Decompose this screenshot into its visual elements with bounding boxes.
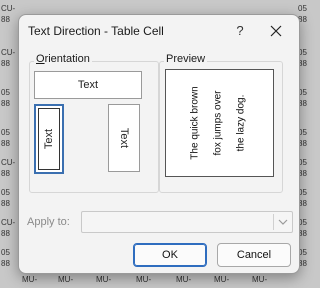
background-document-left: CU- 88 CU- 88 05 88 05 88 CU- 88 05 88 C… [0,0,18,288]
preview-box: The quick brown fox jumps over the lazy … [165,69,274,177]
background-fragment: MU- [58,275,74,284]
background-fragment: MU- [214,275,230,284]
preview-label: Preview [164,53,208,65]
background-fragment: 05 [1,88,10,97]
orientation-vertical-down-text: Text [118,127,130,149]
background-fragment: 88 [1,15,10,24]
help-button[interactable]: ? [223,18,257,44]
ok-button[interactable]: OK [133,243,207,267]
background-fragment: 05 [1,248,10,257]
cancel-button[interactable]: Cancel [217,243,291,267]
background-fragment: 88 [1,229,10,238]
background-fragment: MU- [176,275,192,284]
apply-to-label: Apply to: [27,216,70,228]
background-fragment: CU- [1,218,16,227]
background-fragment: 88 [1,199,10,208]
dialog-titlebar[interactable]: Text Direction - Table Cell ? [19,15,299,47]
orientation-vertical-down-button[interactable]: Text [108,104,140,172]
preview-line: fox jumps over [212,90,224,156]
apply-to-select[interactable] [81,211,293,233]
orientation-horizontal-button[interactable]: Text [34,71,142,99]
background-fragment: MU- [136,275,152,284]
dialog-title: Text Direction - Table Cell [28,24,164,38]
background-fragment: 88 [1,59,10,68]
chevron-down-icon [278,219,288,225]
background-fragment: 88 [1,259,10,268]
orientation-vertical-up-button[interactable]: Text [34,104,64,174]
background-fragment: 88 [1,169,10,178]
background-fragment: CU- [1,4,16,13]
background-fragment: CU- [1,158,16,167]
background-fragment: 88 [1,99,10,108]
background-fragment: MU- [252,275,268,284]
orientation-vertical-up-text: Text [43,128,55,150]
preview-line: The quick brown [189,86,201,160]
help-icon: ? [236,23,244,38]
background-fragment: MU- [22,275,38,284]
orientation-group: Orientation Text Text Text [29,53,159,193]
background-fragment: 88 [1,139,10,148]
background-document-bottom: MU- MU- MU- MU- MU- MU- MU- [0,272,308,288]
orientation-label: Orientation [34,53,92,65]
background-fragment: MU- [96,275,112,284]
orientation-label-rest: rientation [44,53,90,65]
close-button[interactable] [259,18,293,44]
orientation-label-accesskey: O [36,53,45,65]
background-fragment: 05 [298,4,307,13]
close-icon [270,25,282,37]
preview-group: Preview The quick brown fox jumps over t… [159,53,283,193]
background-fragment: 05 [1,188,10,197]
background-fragment: CU- [1,48,16,57]
text-direction-dialog: Text Direction - Table Cell ? Orientatio… [18,14,300,274]
preview-line: the lazy dog. [235,94,247,152]
orientation-horizontal-text: Text [77,79,99,91]
background-fragment: 05 [1,128,10,137]
select-divider [273,214,274,230]
